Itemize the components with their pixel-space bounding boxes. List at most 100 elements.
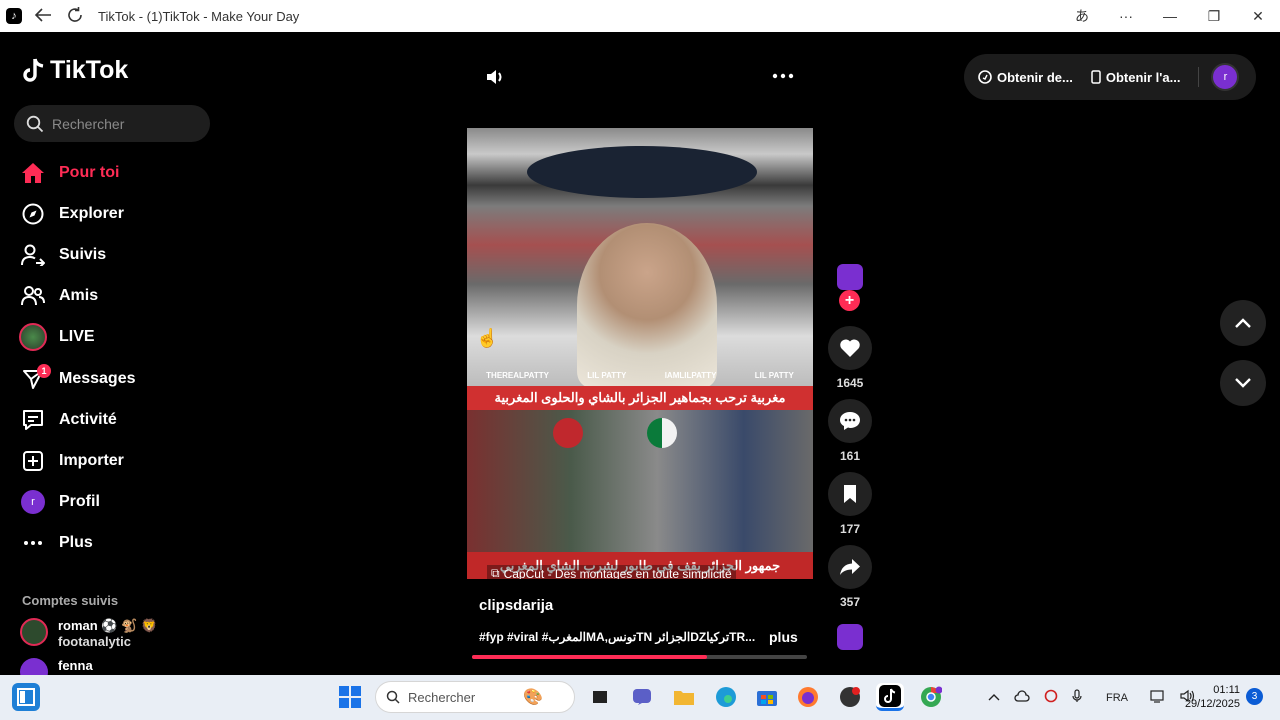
creator-avatar[interactable] [837, 264, 863, 290]
video-more-options[interactable] [772, 64, 794, 87]
sidebar-item-label: Importer [59, 451, 124, 469]
sidebar-item-label: LIVE [59, 328, 95, 346]
translate-icon[interactable]: あ [1060, 6, 1104, 26]
divider [1198, 67, 1200, 87]
comment-action[interactable]: 161 [827, 399, 873, 463]
music-disc-icon[interactable] [837, 624, 863, 650]
sidebar-item-explorer[interactable]: Explorer [18, 193, 208, 234]
search-box[interactable] [14, 105, 210, 142]
notification-badge[interactable]: 3 [1246, 688, 1263, 705]
sidebar-item-plus[interactable]: Plus [18, 523, 208, 564]
sidebar-item-label: Explorer [59, 204, 124, 222]
follow-button[interactable]: + [839, 290, 860, 311]
get-coins-button[interactable]: Obtenir de... [978, 70, 1073, 85]
sidebar-item-label: Amis [59, 287, 99, 305]
progress-fill [472, 655, 707, 659]
chrome-icon[interactable] [917, 683, 945, 711]
share-count: 357 [839, 595, 861, 609]
close-button[interactable]: ✕ [1236, 8, 1280, 25]
edge-icon[interactable] [712, 683, 740, 711]
send-icon: 1 [18, 363, 51, 394]
sidebar-item-pour-toi[interactable]: Pour toi [18, 152, 208, 193]
user-follow-icon [18, 240, 48, 270]
app-icon[interactable] [836, 683, 864, 711]
clock-date: 29/12/2025 [1184, 698, 1240, 710]
more-options-icon[interactable]: ··· [1104, 8, 1148, 24]
save-action[interactable]: 177 [827, 472, 873, 536]
sidebar-item-label: Messages [59, 369, 136, 387]
microphone-icon[interactable] [1072, 689, 1082, 706]
video-frame-top [467, 128, 813, 388]
sync-icon[interactable] [1044, 689, 1058, 706]
network-icon[interactable] [1150, 689, 1166, 706]
sidebar-item-live[interactable]: LIVE [18, 317, 208, 358]
avatar[interactable]: r [1211, 63, 1240, 91]
share-icon[interactable] [828, 545, 872, 589]
account-handle: footanalytic [58, 634, 131, 649]
refresh-icon[interactable] [66, 6, 84, 27]
taskbar-search[interactable]: Rechercher 🎨 [375, 681, 575, 713]
sidebar-item-importer[interactable]: Importer [18, 440, 208, 481]
minimize-button[interactable]: — [1148, 8, 1192, 24]
comment-icon[interactable] [828, 399, 872, 443]
onedrive-icon[interactable] [1014, 690, 1030, 705]
capcut-watermark: ⧉ CapCut - Des montages en toute simplic… [487, 565, 736, 579]
home-icon [18, 158, 48, 188]
algeria-flag [647, 418, 677, 448]
handle-text: THEREALPATTY [486, 370, 549, 380]
bookmark-icon[interactable] [828, 472, 872, 516]
top-right-actions: Obtenir de... Obtenir l'a... r [964, 54, 1256, 100]
sidebar-nav: Pour toi Explorer Suivis Amis LIVE 1 Mes… [18, 152, 208, 564]
get-app-button[interactable]: Obtenir l'a... [1091, 70, 1180, 85]
like-count: 1645 [836, 376, 864, 390]
handle-text: IAMLILPATTY [664, 370, 717, 380]
share-action[interactable]: 357 [827, 545, 873, 609]
back-icon[interactable] [34, 7, 52, 25]
sidebar-item-profil[interactable]: r Profil [18, 482, 208, 523]
sidebar-item-activite[interactable]: Activité [18, 399, 208, 440]
morocco-flag [553, 418, 583, 448]
like-action[interactable]: 1645 [827, 326, 873, 390]
sidebar-item-label: Pour toi [59, 163, 120, 181]
hand-cursor-icon: ☝ [476, 328, 499, 348]
widgets-icon[interactable] [12, 683, 40, 711]
tiktok-taskbar-icon[interactable] [876, 683, 904, 711]
search-input[interactable] [52, 115, 192, 132]
browser-title-bar: ♪ TikTok - (1)TikTok - Make Your Day あ ·… [0, 0, 1280, 32]
tiktok-note-icon [23, 58, 44, 82]
video-progress-bar[interactable] [472, 655, 807, 659]
next-video-button[interactable] [1220, 360, 1266, 406]
chevron-up-icon[interactable] [988, 692, 1000, 704]
taskbar-clock[interactable]: 01:11 29/12/2025 [1180, 683, 1240, 711]
activity-icon [18, 405, 48, 435]
sidebar-item-amis[interactable]: Amis [18, 276, 208, 317]
language-indicator[interactable]: FRA [1106, 692, 1128, 704]
task-view-icon[interactable] [586, 683, 614, 711]
start-menu-icon[interactable] [336, 683, 364, 711]
sidebar-item-suivis[interactable]: Suivis [18, 234, 208, 275]
followed-account[interactable]: roman ⚽ 🐒 🦁 footanalytic [20, 618, 210, 650]
previous-video-button[interactable] [1220, 300, 1266, 346]
sidebar-item-messages[interactable]: 1 Messages [18, 358, 208, 399]
clock-time: 01:11 [1213, 684, 1240, 696]
comment-count: 161 [839, 449, 861, 463]
tiktok-logo[interactable]: TikTok [22, 56, 128, 85]
store-icon[interactable] [753, 683, 781, 711]
file-explorer-icon[interactable] [670, 683, 698, 711]
sound-toggle-button[interactable] [485, 67, 505, 92]
system-tray: FRA [988, 675, 1196, 720]
video-frame-bottom [467, 410, 813, 552]
firefox-icon[interactable] [794, 683, 822, 711]
sidebar-item-label: Suivis [59, 245, 107, 263]
video-author[interactable]: clipsdarija [479, 597, 553, 614]
brand-name: TikTok [50, 56, 129, 84]
video-player[interactable]: THEREALPATTY LIL PATTY IAMLILPATTY LIL P… [467, 128, 813, 579]
avatar [20, 618, 48, 646]
heart-icon[interactable] [828, 326, 872, 370]
teams-icon[interactable] [628, 683, 656, 711]
handle-text: LIL PATTY [587, 370, 627, 380]
tiktok-app: TikTok Pour toi Explorer Suivis [0, 32, 1280, 686]
restore-button[interactable]: ❐ [1192, 8, 1236, 25]
watermark-text: CapCut - Des montages en toute simplicit… [503, 566, 732, 580]
caption-more-link[interactable]: plus [769, 629, 798, 645]
